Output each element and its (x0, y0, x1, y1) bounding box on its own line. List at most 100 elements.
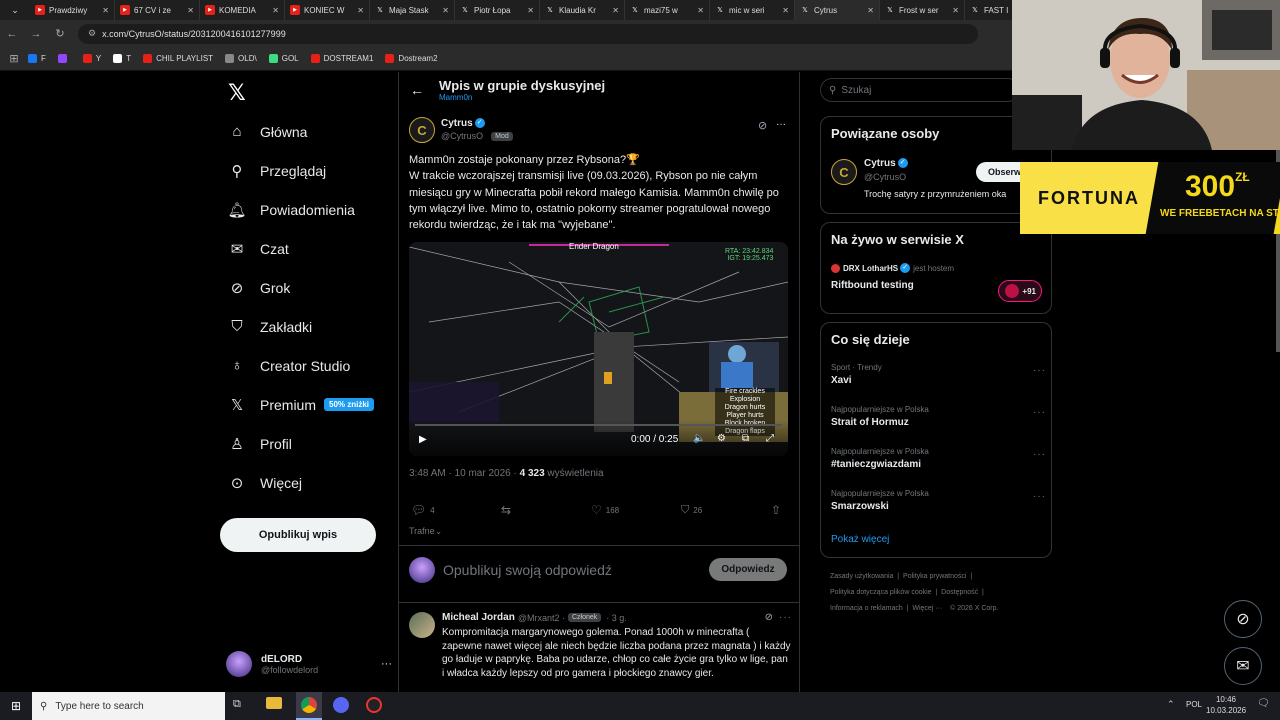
tab-close-icon[interactable]: ✕ (697, 6, 704, 15)
tab-close-icon[interactable]: ✕ (952, 6, 959, 15)
browser-tab[interactable]: 𝕏mazi75 w ✕ (625, 0, 710, 20)
video-player[interactable]: Ender Dragon RTA: 23:42.834 IGT: 19:25.4… (409, 242, 788, 456)
related-handle[interactable]: @CytrusO (864, 172, 906, 182)
browser-tab[interactable]: ▶ 67 CV i ze ✕ (115, 0, 200, 20)
repost-icon[interactable]: ⇆ (501, 503, 511, 517)
more-dots-icon[interactable]: ··· (1033, 407, 1046, 418)
reply-author-handle[interactable]: @Mrxant2 · (518, 613, 565, 623)
sort-dropdown[interactable]: Trafne⌄ (409, 526, 442, 537)
browser-tab[interactable]: 𝕏 Cytrus ✕ (795, 0, 880, 20)
tab-close-icon[interactable]: ✕ (612, 6, 619, 15)
grok-explain-icon[interactable]: ⊘ (765, 612, 773, 623)
nav-item-home[interactable]: ⌂ Główna (220, 112, 395, 151)
taskbar-clock[interactable]: 10:46 10.03.2026 (1206, 694, 1246, 716)
reply-button[interactable]: Odpowiedz (709, 558, 787, 581)
live-listeners[interactable]: +91 (998, 280, 1042, 302)
like-action[interactable]: ♡ 168 (591, 503, 619, 517)
notifications-icon[interactable]: 🗨︎ (1257, 698, 1270, 709)
reply-author-avatar[interactable] (409, 612, 435, 638)
browser-tab[interactable]: 𝕏 Maja Stask ✕ (370, 0, 455, 20)
more-dots-icon[interactable]: ··· (1033, 449, 1046, 460)
search-input[interactable]: ⚲ Szukaj (820, 78, 1020, 102)
nav-item-bookmark[interactable]: ⛉ Zakładki (220, 307, 395, 346)
footer-link[interactable]: Informacja o reklamach (830, 605, 903, 612)
bookmark-item[interactable]: T (113, 54, 131, 63)
address-bar[interactable]: ⚙ x.com/CytrusO/status/20312004161012779… (78, 23, 978, 44)
tab-close-icon[interactable]: ✕ (272, 6, 279, 15)
browser-tab[interactable]: 𝕏 Frost w ser ✕ (880, 0, 965, 20)
browser-tab[interactable]: 𝕏 Piotr Łopa ✕ (455, 0, 540, 20)
footer-link[interactable]: Polityka prywatności (903, 573, 966, 580)
avatar[interactable]: C (831, 159, 857, 185)
footer-link[interactable]: Więcej ··· (912, 605, 942, 612)
nav-item-flask[interactable]: ♁ Creator Studio (220, 346, 395, 385)
reload-icon[interactable]: ↻ (48, 27, 72, 40)
file-explorer-icon[interactable] (266, 697, 282, 709)
tab-close-icon[interactable]: ✕ (527, 6, 534, 15)
related-name[interactable]: Cytrus (864, 158, 896, 169)
more-dots-icon[interactable]: ··· (381, 658, 392, 670)
footer-link[interactable]: Dostępność (941, 589, 978, 596)
publish-post-button[interactable]: Opublikuj wpis (220, 518, 376, 552)
nav-item-x[interactable]: 𝕏 Premium 50% zniżki (220, 385, 395, 424)
tab-close-icon[interactable]: ✕ (782, 6, 789, 15)
tab-close-icon[interactable]: ✕ (442, 6, 449, 15)
trend-item[interactable]: Najpopularniejsze w Polska #tanieczgwiazd… (831, 447, 1046, 489)
bookmark-item[interactable]: CHIL PLAYLIST (143, 54, 213, 63)
back-arrow-icon[interactable]: ← (0, 28, 24, 40)
footer-link[interactable]: Zasady użytkowania (830, 573, 893, 580)
discord-icon[interactable] (333, 697, 349, 713)
settings-gear-icon[interactable]: ⚙ (717, 433, 726, 444)
fullscreen-icon[interactable]: ⤢ (766, 433, 774, 444)
site-info-icon[interactable]: ⚙ (88, 28, 96, 39)
tab-menu-chevron-icon[interactable]: ⌄ (0, 5, 30, 16)
reply-author-name[interactable]: Micheal Jordan (442, 612, 515, 623)
share-icon[interactable]: ⇧ (771, 503, 781, 517)
volume-icon[interactable]: 🔈 (693, 433, 705, 444)
apps-grid-icon[interactable]: ⊞ (0, 52, 28, 65)
nav-item-search[interactable]: ⚲ Przeglądaj (220, 151, 395, 190)
fortuna-ad-banner[interactable]: FORTUNA 300ZŁ WE FREEBETACH NA STAR (1020, 162, 1280, 234)
bookmark-action[interactable]: ⛉ 26 (681, 504, 702, 517)
nav-item-mail[interactable]: ✉ Czat (220, 229, 395, 268)
chrome-icon[interactable] (301, 697, 317, 713)
messages-fab-icon[interactable]: ✉ (1224, 647, 1262, 685)
community-link[interactable]: Mamm0n (439, 93, 605, 102)
tab-close-icon[interactable]: ✕ (102, 6, 109, 15)
host-name[interactable]: DRX LotharHS (843, 264, 898, 273)
tab-close-icon[interactable]: ✕ (187, 6, 194, 15)
taskbar-search[interactable]: ⚲ Type here to search (32, 692, 225, 720)
windows-start-icon[interactable]: ⊞ (0, 699, 32, 713)
nav-item-more-circle[interactable]: ⊙ Więcej (220, 463, 395, 502)
obs-icon[interactable] (366, 697, 382, 713)
bookmark-item[interactable]: DOSTREAM1 (310, 54, 373, 63)
pip-icon[interactable]: ⧉ (742, 433, 749, 444)
browser-tab[interactable]: ▶ KOMEDIA ✕ (200, 0, 285, 20)
author-avatar[interactable]: C (409, 117, 435, 143)
bookmark-item[interactable]: OLD\ (225, 54, 257, 63)
tab-close-icon[interactable]: ✕ (867, 6, 874, 15)
play-icon[interactable]: ▶ (419, 434, 427, 445)
browser-tab[interactable]: ▶ Prawdziwy ✕ (30, 0, 115, 20)
tweet-timestamp[interactable]: 3:48 AM · 10 mar 2026 · (409, 468, 520, 479)
more-dots-icon[interactable]: ··· (1033, 491, 1046, 502)
bookmark-item[interactable]: F (28, 54, 46, 63)
tab-close-icon[interactable]: ✕ (357, 6, 364, 15)
bookmark-item[interactable]: GOL (268, 54, 299, 63)
account-switcher[interactable]: dELORD @followdelord ··· (226, 646, 396, 682)
browser-tab[interactable]: 𝕏 Klaudia Kr ✕ (540, 0, 625, 20)
bookmark-item[interactable] (57, 54, 71, 63)
footer-link[interactable]: Polityka dotycząca plików cookie (830, 589, 932, 596)
more-dots-icon[interactable]: ··· (776, 119, 786, 130)
x-logo-icon[interactable]: 𝕏 (228, 80, 246, 106)
grok-explain-icon[interactable]: ⊘ (758, 119, 767, 132)
forward-arrow-icon[interactable]: → (24, 28, 48, 40)
live-topic[interactable]: Riftbound testing (831, 280, 914, 291)
nav-item-bell[interactable]: 🔔︎ Powiadomienia (220, 190, 395, 229)
bookmark-item[interactable]: Dostream2 (385, 54, 438, 63)
nav-item-grok[interactable]: ⊘ Grok (220, 268, 395, 307)
back-arrow-icon[interactable]: ← (399, 82, 435, 98)
trend-item[interactable]: Najpopularniejsze w Polska Strait of Horm… (831, 405, 1046, 447)
browser-tab[interactable]: 𝕏mic w seri ✕ (710, 0, 795, 20)
author-name[interactable]: Cytrus (441, 118, 473, 129)
